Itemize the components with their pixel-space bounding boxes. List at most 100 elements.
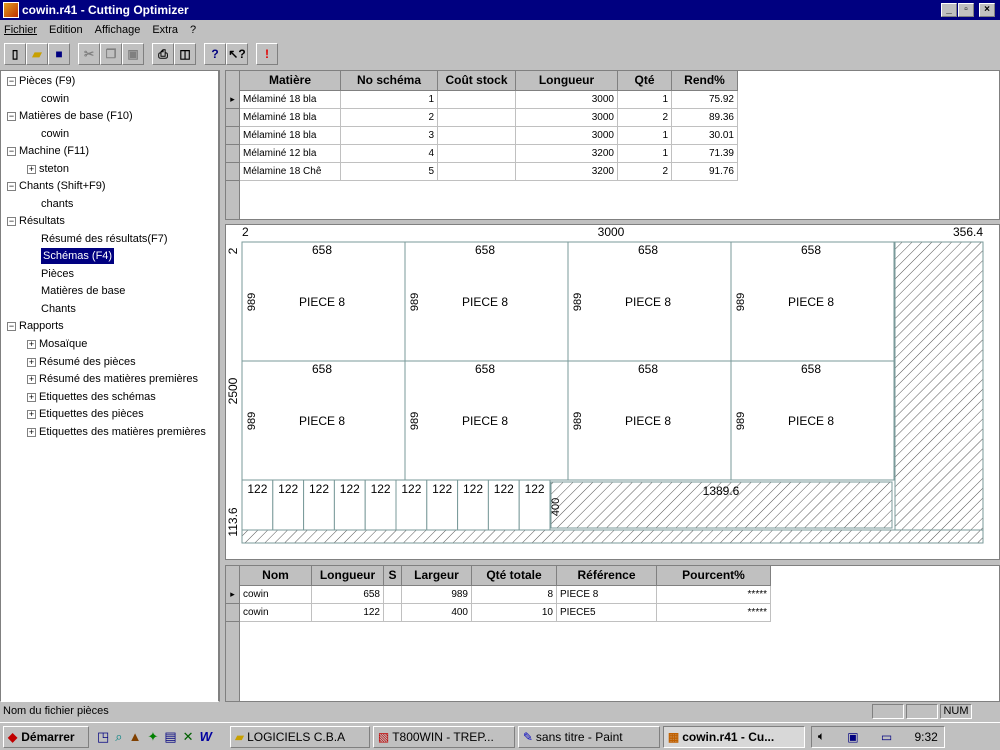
tree-node-resume-resultats[interactable]: Résumé des résultats(F7) <box>41 231 168 247</box>
quicklaunch-search-icon[interactable]: ⌕ <box>115 729 122 745</box>
cut-piece[interactable]: 658 989 PIECE 8 <box>730 360 895 481</box>
tree-node-res-matieres[interactable]: Matières de base <box>41 283 125 299</box>
task-logiciels[interactable]: ▰ LOGICIELS C.B.A <box>229 725 370 748</box>
tree-node-steton[interactable]: + steton <box>27 161 69 177</box>
row-selector[interactable] <box>226 145 240 163</box>
tray-network-icon[interactable]: ▣ <box>847 730 858 744</box>
tree-node-rapports[interactable]: − Rapports <box>7 318 64 334</box>
strip-piece[interactable]: 122 <box>518 479 551 531</box>
expand-icon[interactable]: + <box>27 357 36 367</box>
expand-icon[interactable]: + <box>27 374 36 384</box>
piece-cell[interactable]: 10 <box>472 604 557 622</box>
piece-cell[interactable]: cowin <box>240 604 312 622</box>
menu-edition[interactable]: Edition <box>49 24 83 36</box>
expand-icon[interactable]: + <box>27 427 36 437</box>
tree-node-res-chants[interactable]: Chants <box>41 301 76 317</box>
schema-cell[interactable] <box>438 145 516 163</box>
cut-piece[interactable]: 658 989 PIECE 8 <box>730 241 895 362</box>
quicklaunch-network-icon[interactable]: ✦ <box>147 729 158 745</box>
minimize-button[interactable]: _ <box>941 3 957 17</box>
schema-cell[interactable]: 30.01 <box>672 127 738 145</box>
paste-icon[interactable]: ▣ <box>122 43 144 65</box>
piece-cell[interactable]: ***** <box>657 586 771 604</box>
collapse-icon[interactable]: − <box>7 76 16 86</box>
piece-cell[interactable]: ***** <box>657 604 771 622</box>
menu-affichage[interactable]: Affichage <box>95 24 141 36</box>
schema-cell[interactable] <box>438 109 516 127</box>
schema-cell[interactable]: 2 <box>618 163 672 181</box>
col-header-no-schema[interactable]: No schéma <box>341 71 438 91</box>
schema-cell[interactable]: 4 <box>341 145 438 163</box>
tree-node-pieces-cowin[interactable]: cowin <box>41 91 69 107</box>
expand-icon[interactable]: + <box>27 392 36 402</box>
tree-node-machine[interactable]: − Machine (F11) <box>7 143 89 159</box>
quicklaunch-calc-icon[interactable]: ▤ <box>164 729 176 745</box>
collapse-icon[interactable]: − <box>7 321 16 331</box>
schema-cell[interactable]: Mélamine 18 Chê <box>240 163 341 181</box>
strip-piece[interactable]: 122 <box>303 479 335 531</box>
piece-cell[interactable]: PIECE5 <box>557 604 657 622</box>
task-paint[interactable]: ✎ sans titre - Paint <box>517 725 660 748</box>
expand-icon[interactable]: + <box>27 339 36 349</box>
tree-node-resultats[interactable]: − Résultats <box>7 213 65 229</box>
piece-cell[interactable] <box>384 604 402 622</box>
collapse-icon[interactable]: − <box>7 181 16 191</box>
tree-node-etiq-mp[interactable]: + Etiquettes des matières premières <box>27 424 206 440</box>
col-header-reference[interactable]: Référence <box>557 566 657 586</box>
collapse-icon[interactable]: − <box>7 216 16 226</box>
tree-node-matieres-cowin[interactable]: cowin <box>41 126 69 142</box>
maximize-button[interactable]: ▫ <box>958 3 974 17</box>
cut-icon[interactable]: ✂ <box>78 43 100 65</box>
cut-piece[interactable]: 658 989 PIECE 8 <box>567 360 732 481</box>
cut-piece[interactable]: 658 989 PIECE 8 <box>241 360 406 481</box>
menu-help[interactable]: ? <box>190 24 196 36</box>
row-selector[interactable] <box>226 127 240 145</box>
schema-cell[interactable]: Mélaminé 12 bla <box>240 145 341 163</box>
schema-cell[interactable]: 2 <box>618 109 672 127</box>
schema-cell[interactable]: 3000 <box>516 91 618 109</box>
piece-cell[interactable] <box>384 586 402 604</box>
strip-piece[interactable]: 122 <box>487 479 520 531</box>
col-header-longueur[interactable]: Longueur <box>516 71 618 91</box>
schema-cell[interactable]: 1 <box>618 145 672 163</box>
copy-icon[interactable]: ❐ <box>100 43 122 65</box>
quicklaunch-app-icon[interactable]: ▲ <box>129 729 142 744</box>
schema-cell[interactable]: 91.76 <box>672 163 738 181</box>
task-t800win[interactable]: ▧ T800WIN - TREP... <box>372 725 515 748</box>
tree-node-etiq-schemas[interactable]: + Etiquettes des schémas <box>27 389 156 405</box>
tree-node-resume-mp[interactable]: + Résumé des matières premières <box>27 371 198 387</box>
print-icon[interactable]: ⎙ <box>152 43 174 65</box>
schema-cell[interactable]: 3 <box>341 127 438 145</box>
expand-icon[interactable]: + <box>27 409 36 419</box>
piece-cell[interactable]: 400 <box>402 604 472 622</box>
schema-cell[interactable]: 1 <box>618 91 672 109</box>
col-header-longueur[interactable]: Longueur <box>312 566 384 586</box>
menu-fichier[interactable]: Fichier <box>4 24 37 36</box>
schema-cell[interactable]: 5 <box>341 163 438 181</box>
tree-node-chants-child[interactable]: chants <box>41 196 73 212</box>
row-selector[interactable]: ▸ <box>226 586 240 604</box>
piece-cell[interactable]: cowin <box>240 586 312 604</box>
strip-piece[interactable]: 122 <box>457 479 489 531</box>
schema-cell[interactable] <box>438 127 516 145</box>
col-header-cout-stock[interactable]: Coût stock <box>438 71 516 91</box>
schema-cell[interactable]: 3200 <box>516 163 618 181</box>
context-help-icon[interactable]: ↖? <box>226 43 248 65</box>
strip-piece[interactable]: 122 <box>241 479 274 531</box>
row-selector[interactable] <box>226 109 240 127</box>
tree-node-matieres[interactable]: − Matières de base (F10) <box>7 108 133 124</box>
new-icon[interactable]: ▯ <box>4 43 26 65</box>
schema-cell[interactable]: 3000 <box>516 127 618 145</box>
strip-piece[interactable]: 122 <box>364 479 397 531</box>
menu-extra[interactable]: Extra <box>152 24 178 36</box>
col-header-qte[interactable]: Qté <box>618 71 672 91</box>
row-selector[interactable] <box>226 163 240 181</box>
collapse-icon[interactable]: − <box>7 111 16 121</box>
print-preview-icon[interactable]: ◫ <box>174 43 196 65</box>
schema-cell[interactable]: 89.36 <box>672 109 738 127</box>
schema-cell[interactable]: Mélaminé 18 bla <box>240 91 341 109</box>
strip-piece[interactable]: 122 <box>426 479 459 531</box>
tree-node-mosaique[interactable]: + Mosaïque <box>27 336 87 352</box>
schema-cell[interactable]: Mélaminé 18 bla <box>240 109 341 127</box>
piece-cell[interactable]: PIECE 8 <box>557 586 657 604</box>
